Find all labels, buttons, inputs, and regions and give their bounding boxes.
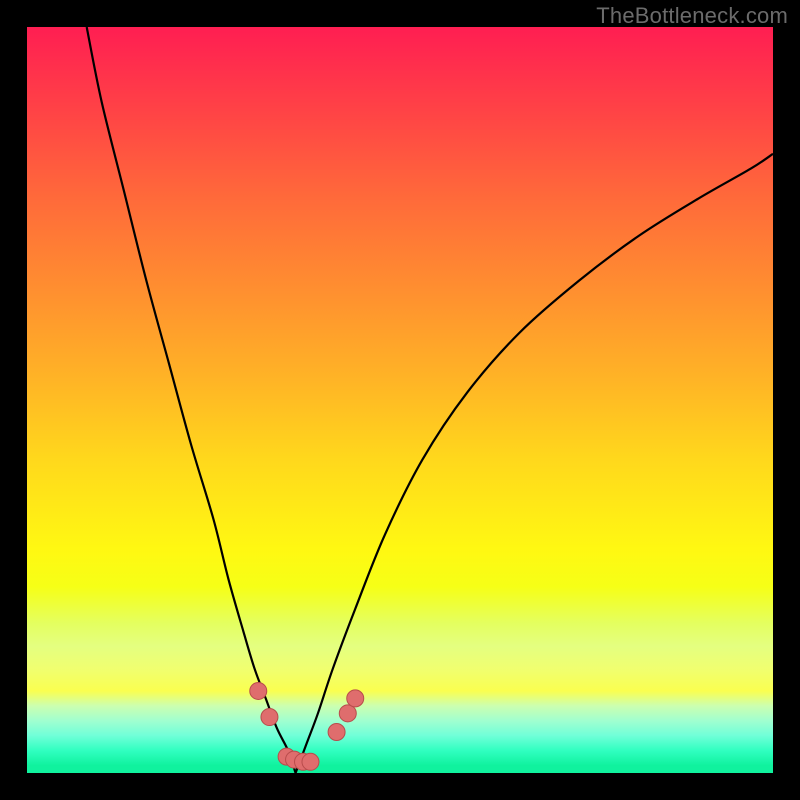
watermark-label: TheBottleneck.com bbox=[596, 3, 788, 29]
marker-dot bbox=[347, 690, 364, 707]
marker-dot bbox=[302, 753, 319, 770]
marker-dot bbox=[339, 705, 356, 722]
chart-frame: TheBottleneck.com bbox=[0, 0, 800, 800]
marker-dot bbox=[328, 723, 345, 740]
curve-right bbox=[296, 154, 773, 773]
curve-left bbox=[87, 27, 296, 773]
marker-dot bbox=[261, 709, 278, 726]
marker-dot bbox=[250, 682, 267, 699]
curve-canvas bbox=[27, 27, 773, 773]
plot-area bbox=[27, 27, 773, 773]
marker-group bbox=[250, 682, 364, 770]
